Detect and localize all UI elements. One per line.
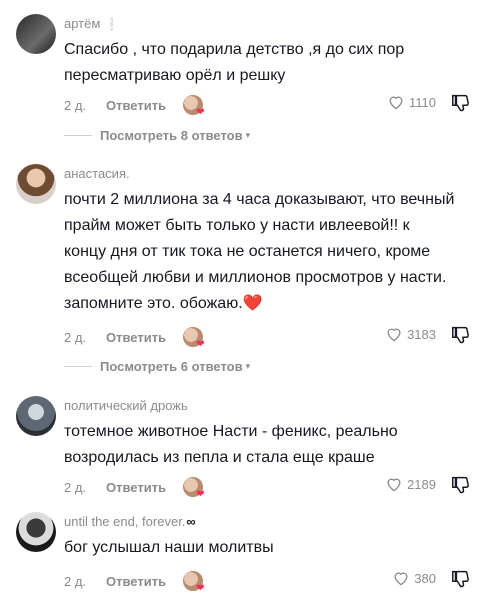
- comment-meta: 2 д. Ответить ❤: [64, 326, 205, 350]
- comment-text: Спасибо , что подарила детство ,я до сих…: [64, 41, 405, 84]
- heart-icon: ❤: [196, 107, 205, 118]
- reply-button[interactable]: Ответить: [106, 330, 166, 345]
- dislike-icon[interactable]: [450, 568, 472, 590]
- heart-icon: ❤: [196, 489, 205, 500]
- comment-username[interactable]: анастасия.: [64, 166, 130, 181]
- heart-outline-icon: [389, 96, 403, 110]
- infinity-symbol: ∞: [186, 514, 196, 529]
- divider: [64, 135, 92, 136]
- heart-outline-icon: [387, 478, 401, 492]
- creator-liked-avatar: ❤: [182, 570, 205, 594]
- avatar[interactable]: [16, 396, 56, 436]
- divider: [64, 366, 92, 367]
- heart-icon: ❤: [196, 339, 205, 350]
- like-count: 380: [414, 570, 436, 586]
- comment-time: 2 д.: [64, 573, 87, 589]
- comment-text: почти 2 миллиона за 4 часа доказывают, ч…: [64, 191, 455, 312]
- creator-liked-avatar: ❤: [182, 94, 205, 118]
- comment-meta: 2 д. Ответить ❤: [64, 94, 205, 118]
- like-button[interactable]: 380: [392, 570, 436, 586]
- chevron-down-icon: ▾: [245, 361, 251, 371]
- comment-time: 2 д.: [64, 97, 87, 113]
- reply-button[interactable]: Ответить: [106, 98, 166, 113]
- heart-emoji: ❤️: [242, 295, 263, 312]
- comment-text: бог услышал наши молитвы: [64, 539, 274, 556]
- heart-outline-icon: [394, 572, 408, 586]
- like-button[interactable]: 2189: [385, 476, 436, 492]
- like-count: 2189: [407, 476, 436, 492]
- comment-meta: 2 д. Ответить ❤: [64, 570, 205, 594]
- comment-text: тотемное животное Насти - феникс, реальн…: [64, 423, 398, 466]
- view-replies-button[interactable]: Посмотреть 8 ответов ▾: [64, 128, 250, 143]
- like-count: 3183: [407, 326, 436, 342]
- comment-meta: 2 д. Ответить ❤: [64, 476, 205, 500]
- dislike-icon[interactable]: [450, 92, 472, 114]
- avatar[interactable]: [16, 14, 56, 54]
- avatar[interactable]: [16, 164, 56, 204]
- comment-username[interactable]: until the end, forever.∞: [64, 514, 196, 529]
- dislike-icon[interactable]: [450, 474, 472, 496]
- creator-liked-avatar: ❤: [182, 476, 205, 500]
- like-count: 1110: [409, 94, 436, 110]
- heart-icon: ❤: [196, 583, 205, 594]
- reply-button[interactable]: Ответить: [106, 480, 166, 495]
- like-button[interactable]: 1110: [387, 94, 436, 110]
- creator-liked-avatar: ❤: [182, 326, 205, 350]
- avatar[interactable]: [16, 512, 56, 552]
- comment-time: 2 д.: [64, 329, 87, 345]
- view-replies-button[interactable]: Посмотреть 6 ответов ▾: [64, 359, 250, 374]
- comment-username[interactable]: артём ❕: [64, 16, 119, 31]
- comment-username[interactable]: политический дрожь: [64, 398, 188, 413]
- badge-icon: ❕: [104, 17, 120, 31]
- heart-outline-icon: [387, 328, 401, 342]
- like-button[interactable]: 3183: [385, 326, 436, 342]
- dislike-icon[interactable]: [450, 324, 472, 346]
- reply-button[interactable]: Ответить: [106, 574, 166, 589]
- comment-time: 2 д.: [64, 479, 87, 495]
- chevron-down-icon: ▾: [245, 130, 251, 140]
